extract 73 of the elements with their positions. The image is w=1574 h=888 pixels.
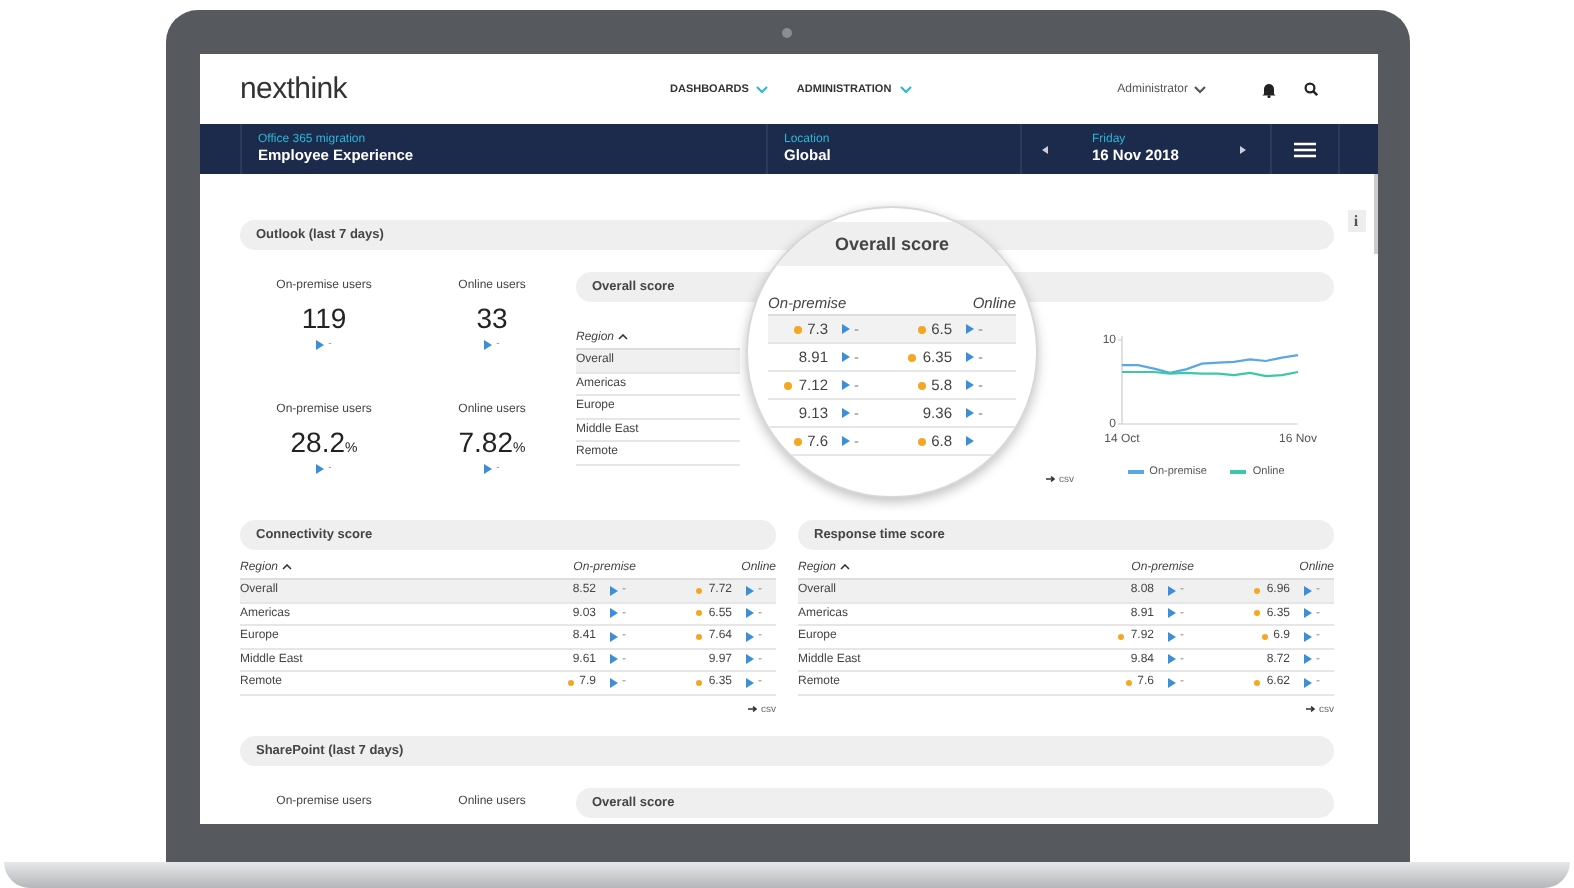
- warning-dot: [1254, 610, 1261, 617]
- left-arrow-icon: [1042, 145, 1048, 153]
- trend-arrow-icon: [746, 631, 754, 642]
- trend-arrow-icon: [316, 463, 325, 473]
- trend-arrow-icon: [610, 677, 618, 688]
- trend-arrow-icon: [1168, 585, 1176, 596]
- sort-caret-icon: [618, 334, 629, 340]
- trend-arrow-icon: [842, 352, 850, 362]
- warning-dot: [793, 325, 802, 333]
- scrollbar-thumb[interactable]: [1374, 174, 1378, 254]
- trend-arrow-icon: [966, 380, 974, 390]
- trend-arrow-icon: [746, 608, 754, 619]
- sort-caret-icon: [282, 564, 293, 570]
- warning-dot: [696, 633, 703, 640]
- warning-dot: [696, 679, 703, 686]
- trend-arrow-icon: [610, 608, 618, 619]
- warning-dot: [567, 679, 574, 686]
- trend-arrow-icon: [1168, 654, 1176, 665]
- trend-arrow-icon: [610, 654, 618, 665]
- info-button[interactable]: i: [1347, 210, 1365, 232]
- trend-arrow-icon: [316, 339, 325, 349]
- warning-dot: [908, 353, 917, 361]
- trend-arrow-icon: [966, 324, 974, 334]
- chevron-down-icon: [756, 85, 769, 93]
- trend-arrow-icon: [1304, 585, 1312, 596]
- magnified-title: Overall score: [834, 234, 950, 254]
- warning-dot: [1261, 633, 1268, 640]
- kpi-value: 33: [476, 302, 508, 334]
- trend-arrow-icon: [842, 408, 850, 418]
- trend-arrow-icon: [484, 463, 493, 473]
- trend-arrow-icon: [842, 324, 850, 334]
- trend-arrow-icon: [610, 631, 618, 642]
- warning-dot: [1254, 679, 1261, 686]
- sort-caret-icon: [840, 564, 851, 570]
- trend-arrow-icon: [746, 585, 754, 596]
- chevron-down-icon: [1194, 85, 1206, 93]
- trend-arrow-icon: [484, 339, 493, 349]
- arrow-icon: [747, 706, 757, 712]
- trend-arrow-icon: [746, 654, 754, 665]
- trend-arrow-icon: [966, 436, 974, 446]
- trend-arrow-icon: [1304, 654, 1312, 665]
- trend-arrow-icon: [1304, 631, 1312, 642]
- trend-arrow-icon: [842, 380, 850, 390]
- search-icon[interactable]: [1304, 82, 1318, 96]
- bell-icon[interactable]: [1262, 81, 1276, 97]
- trend-arrow-icon: [1168, 631, 1176, 642]
- right-arrow-icon: [1240, 145, 1246, 153]
- arrow-icon: [1305, 706, 1315, 712]
- chevron-down-icon: [899, 85, 912, 93]
- warning-dot: [784, 381, 793, 389]
- trend-arrow-icon: [842, 436, 850, 446]
- trend-arrow-icon: [966, 408, 974, 418]
- warning-dot: [696, 587, 703, 594]
- menu-icon: [1294, 141, 1316, 157]
- trend-arrow-icon: [746, 677, 754, 688]
- warning-dot: [696, 610, 703, 617]
- warning-dot: [917, 437, 926, 445]
- warning-dot: [917, 381, 926, 389]
- trend-arrow-icon: [610, 585, 618, 596]
- trend-arrow-icon: [966, 352, 974, 362]
- trend-arrow-icon: [1304, 677, 1312, 688]
- warning-dot: [1254, 587, 1261, 594]
- warning-dot: [1125, 679, 1132, 686]
- trend-arrow-icon: [1168, 608, 1176, 619]
- warning-dot: [793, 437, 802, 445]
- trend-arrow-icon: [1304, 608, 1312, 619]
- warning-dot: [1118, 633, 1125, 640]
- camera-dot: [782, 28, 792, 38]
- warning-dot: [917, 325, 926, 333]
- logo[interactable]: nexthink: [240, 72, 670, 106]
- kpi-value: 119: [301, 302, 347, 334]
- trend-arrow-icon: [1168, 677, 1176, 688]
- arrow-icon: [1045, 476, 1055, 482]
